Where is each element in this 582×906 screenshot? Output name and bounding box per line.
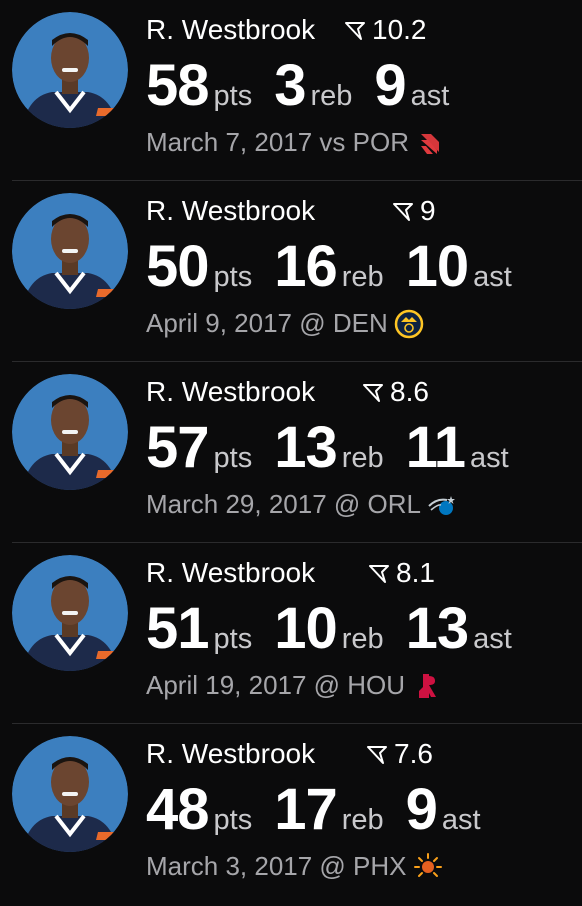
points-stat: 51 pts — [146, 595, 252, 662]
rockets-logo-icon — [419, 673, 437, 698]
game-info: March 7, 2017 vs POR — [146, 127, 445, 158]
game-date-opponent: April 19, 2017 @ HOU — [146, 670, 406, 700]
game-card[interactable]: R. Westbrook 9 50 pts 16 reb 10 ast Apri… — [0, 181, 582, 362]
assists-stat: 11 ast — [406, 414, 509, 481]
rating-flag-icon — [363, 384, 383, 402]
rebounds-value: 10 — [274, 596, 338, 661]
player-avatar — [12, 555, 128, 671]
assists-value: 13 — [405, 596, 470, 661]
assists-label: ast — [473, 623, 512, 655]
game-info: March 3, 2017 @ PHX — [146, 851, 443, 882]
player-avatar — [12, 736, 128, 852]
player-rating: 9 — [392, 195, 436, 227]
player-name: R. Westbrook — [146, 557, 316, 588]
game-date-opponent: April 9, 2017 @ DEN — [146, 308, 388, 338]
rebounds-label: reb — [341, 804, 384, 836]
player-rating: 8.6 — [362, 376, 429, 408]
assists-stat: 9 ast — [406, 776, 481, 843]
game-card[interactable]: R. Westbrook 7.6 48 pts 17 reb 9 ast Mar… — [0, 724, 582, 905]
rebounds-value: 16 — [274, 234, 338, 299]
assists-label: ast — [469, 442, 509, 474]
rating-flag-icon — [367, 746, 387, 764]
player-avatar — [12, 193, 128, 309]
points-stat: 57 pts — [146, 414, 252, 481]
assists-stat: 13 ast — [406, 595, 512, 662]
trail-blazers-logo-icon — [421, 133, 439, 154]
rebounds-stat: 3 reb — [274, 52, 352, 119]
rating-value: 8.6 — [390, 376, 429, 407]
stat-line: 57 pts 13 reb 11 ast — [146, 414, 531, 481]
game-card[interactable]: R. Westbrook 10.2 58 pts 3 reb 9 ast Mar… — [0, 0, 582, 181]
game-date-opponent: March 3, 2017 @ PHX — [146, 851, 407, 881]
rebounds-stat: 13 reb — [274, 414, 383, 481]
game-info: April 9, 2017 @ DEN — [146, 308, 424, 339]
magic-logo-icon — [428, 495, 455, 515]
game-info: March 29, 2017 @ ORL — [146, 489, 457, 520]
assists-value: 11 — [405, 415, 466, 480]
rebounds-value: 17 — [274, 777, 338, 842]
rebounds-stat: 10 reb — [274, 595, 383, 662]
rating-flag-icon — [393, 203, 413, 221]
game-list: R. Westbrook 10.2 58 pts 3 reb 9 ast Mar… — [0, 0, 582, 906]
player-rating: 7.6 — [366, 738, 433, 770]
rating-value: 10.2 — [372, 14, 427, 45]
game-date-opponent: March 7, 2017 vs POR — [146, 127, 409, 157]
rating-value: 7.6 — [394, 738, 433, 769]
points-stat: 48 pts — [146, 776, 252, 843]
game-card[interactable]: R. Westbrook 8.1 51 pts 10 reb 13 ast Ap… — [0, 543, 582, 724]
points-label: pts — [213, 261, 253, 293]
game-card[interactable]: R. Westbrook 8.6 57 pts 13 reb 11 ast Ma… — [0, 362, 582, 543]
suns-logo-icon — [413, 852, 442, 877]
rating-value: 8.1 — [396, 557, 435, 588]
rebounds-stat: 16 reb — [274, 233, 383, 300]
player-avatar — [12, 374, 128, 490]
rating-flag-icon — [345, 22, 365, 40]
points-label: pts — [213, 442, 253, 474]
points-value: 48 — [146, 777, 210, 842]
nuggets-logo-icon — [394, 309, 423, 338]
player-rating: 10.2 — [344, 14, 427, 46]
points-stat: 50 pts — [146, 233, 252, 300]
stat-line: 51 pts 10 reb 13 ast — [146, 595, 534, 662]
assists-label: ast — [410, 80, 450, 112]
assists-stat: 9 ast — [374, 52, 449, 119]
player-name: R. Westbrook — [146, 376, 316, 407]
game-info: April 19, 2017 @ HOU — [146, 670, 441, 701]
rebounds-label: reb — [341, 442, 384, 474]
player-rating: 8.1 — [368, 557, 435, 589]
player-name: R. Westbrook — [146, 14, 316, 45]
rebounds-stat: 17 reb — [274, 776, 383, 843]
assists-value: 10 — [405, 234, 470, 299]
assists-value: 9 — [374, 53, 406, 118]
points-label: pts — [213, 623, 253, 655]
rating-flag-icon — [369, 565, 389, 583]
stat-line: 58 pts 3 reb 9 ast — [146, 52, 471, 119]
assists-label: ast — [473, 261, 512, 293]
points-value: 51 — [146, 596, 210, 661]
stat-line: 48 pts 17 reb 9 ast — [146, 776, 503, 843]
points-value: 57 — [146, 415, 210, 480]
rating-value: 9 — [420, 195, 436, 226]
player-name: R. Westbrook — [146, 738, 316, 769]
rebounds-value: 13 — [274, 415, 338, 480]
assists-stat: 10 ast — [406, 233, 512, 300]
player-avatar — [12, 12, 128, 128]
rebounds-label: reb — [341, 261, 384, 293]
rebounds-value: 3 — [274, 53, 306, 118]
points-value: 50 — [146, 234, 210, 299]
points-label: pts — [213, 804, 253, 836]
player-name: R. Westbrook — [146, 195, 316, 226]
game-date-opponent: March 29, 2017 @ ORL — [146, 489, 421, 519]
assists-value: 9 — [405, 777, 438, 842]
rebounds-label: reb — [341, 623, 384, 655]
stat-line: 50 pts 16 reb 10 ast — [146, 233, 534, 300]
rebounds-label: reb — [310, 80, 353, 112]
points-stat: 58 pts — [146, 52, 252, 119]
points-label: pts — [213, 80, 253, 112]
points-value: 58 — [146, 53, 210, 118]
assists-label: ast — [441, 804, 481, 836]
